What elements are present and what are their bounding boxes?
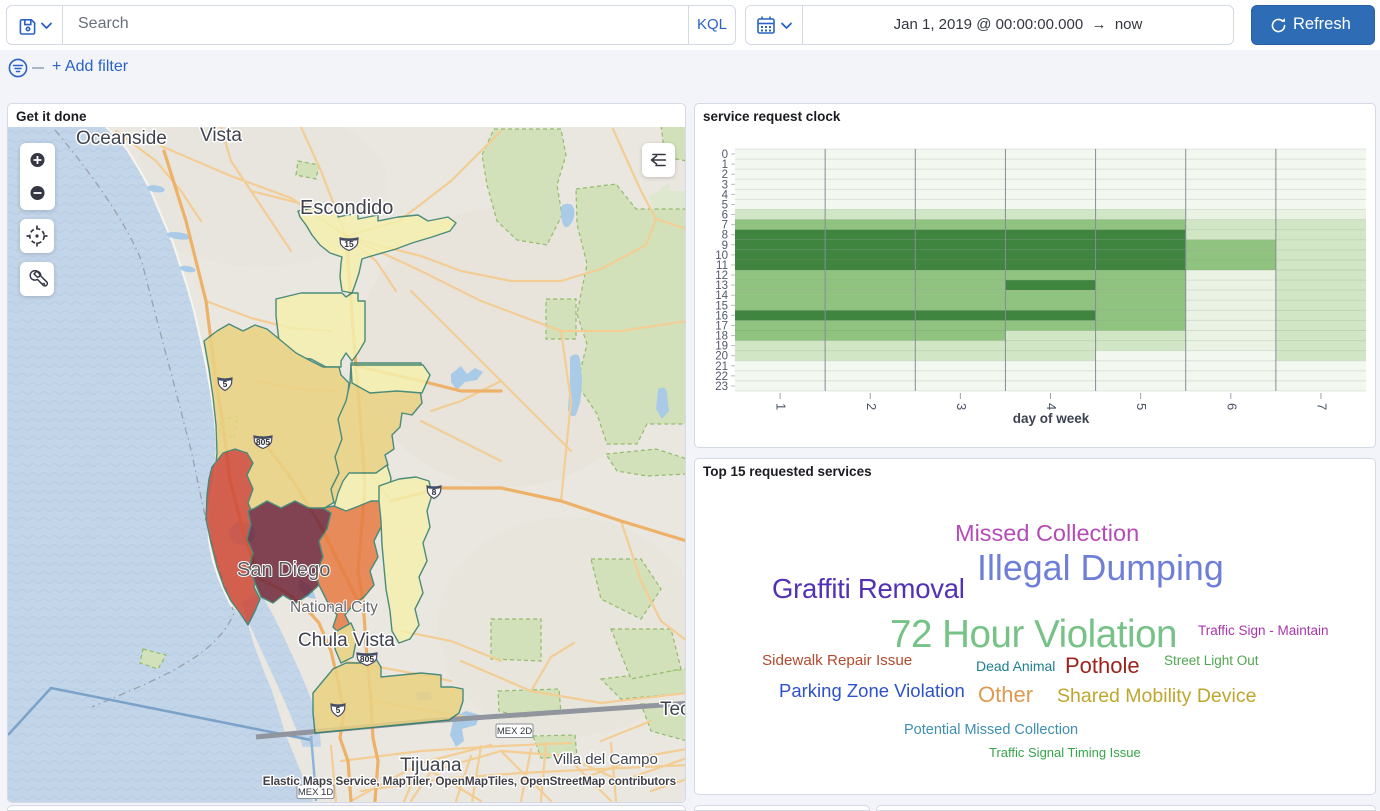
svg-text:Tijuana: Tijuana xyxy=(400,755,462,776)
svg-text:Vista: Vista xyxy=(200,127,242,146)
svg-text:Escondido: Escondido xyxy=(300,197,393,219)
svg-text:5: 5 xyxy=(1134,403,1149,410)
svg-text:day of week: day of week xyxy=(1013,411,1090,426)
svg-text:MEX 2D: MEX 2D xyxy=(497,726,533,737)
svg-text:MEX 1D: MEX 1D xyxy=(298,787,334,798)
svg-text:5: 5 xyxy=(223,379,228,389)
svg-text:7: 7 xyxy=(1314,403,1329,410)
svg-text:Chula Vista: Chula Vista xyxy=(298,630,395,651)
svg-text:Oceanside: Oceanside xyxy=(76,128,167,149)
svg-text:23: 23 xyxy=(715,381,728,393)
svg-text:4: 4 xyxy=(1044,403,1059,410)
svg-text:Elastic Maps Service, MapTiler: Elastic Maps Service, MapTiler, OpenMapT… xyxy=(263,775,677,788)
svg-text:8: 8 xyxy=(432,487,437,497)
svg-text:6: 6 xyxy=(1224,403,1239,410)
svg-text:2: 2 xyxy=(864,403,879,410)
svg-text:Tecate: Tecate xyxy=(660,699,686,720)
svg-text:San Diego: San Diego xyxy=(237,559,330,581)
svg-text:Villa del Campo: Villa del Campo xyxy=(553,751,658,768)
svg-text:5: 5 xyxy=(336,705,341,715)
svg-text:805: 805 xyxy=(256,437,270,447)
svg-text:National City: National City xyxy=(290,599,378,616)
svg-text:3: 3 xyxy=(954,403,969,410)
svg-text:1: 1 xyxy=(774,403,789,410)
svg-text:15: 15 xyxy=(344,239,354,249)
svg-text:805: 805 xyxy=(360,654,374,664)
